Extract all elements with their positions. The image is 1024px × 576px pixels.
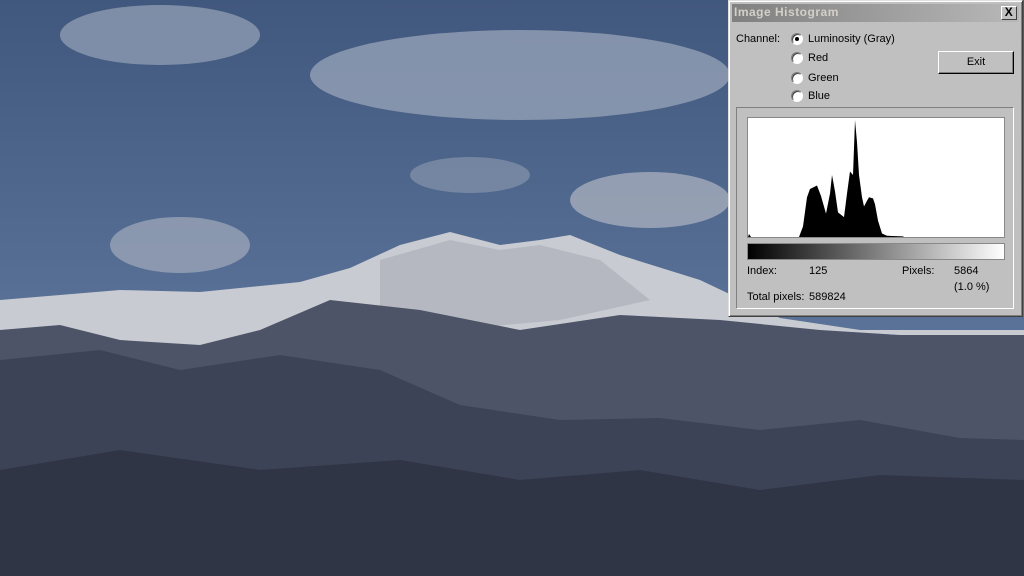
pixels-percent: (1.0 %): [954, 281, 990, 293]
image-histogram-window: Image Histogram X Channel: Luminosity (G…: [728, 0, 1023, 317]
radio-button-checked[interactable]: [791, 33, 803, 45]
window-title: Image Histogram: [734, 5, 839, 19]
histogram-area: [748, 119, 1004, 237]
channel-label: Channel:: [736, 33, 781, 45]
total-pixels-label: Total pixels:: [747, 291, 805, 303]
radio-blue[interactable]: Blue: [791, 90, 830, 102]
exit-button[interactable]: Exit: [938, 51, 1014, 74]
index-label: Index:: [747, 265, 777, 277]
window-title-bar[interactable]: Image Histogram X: [732, 4, 1019, 22]
histogram-plot[interactable]: [747, 117, 1005, 238]
radio-label: Green: [808, 72, 839, 84]
pixels-value: 5864: [954, 265, 979, 277]
radio-label: Luminosity (Gray): [808, 33, 895, 45]
radio-luminosity[interactable]: Luminosity (Gray): [791, 33, 895, 45]
radio-button[interactable]: [791, 72, 803, 84]
total-pixels-value: 589824: [809, 291, 846, 303]
pixels-label: Pixels:: [902, 265, 935, 277]
index-value: 125: [809, 265, 828, 277]
histogram-group: Index: 125 Pixels: 5864 (1.0 %) Total pi…: [736, 107, 1014, 309]
gray-gradient-ramp: [747, 243, 1005, 260]
radio-green[interactable]: Green: [791, 72, 839, 84]
radio-button[interactable]: [791, 52, 803, 64]
radio-label: Red: [808, 52, 829, 64]
radio-red[interactable]: Red: [791, 52, 828, 64]
radio-label: Blue: [808, 90, 831, 102]
close-button[interactable]: X: [1001, 6, 1017, 20]
radio-button[interactable]: [791, 90, 803, 102]
